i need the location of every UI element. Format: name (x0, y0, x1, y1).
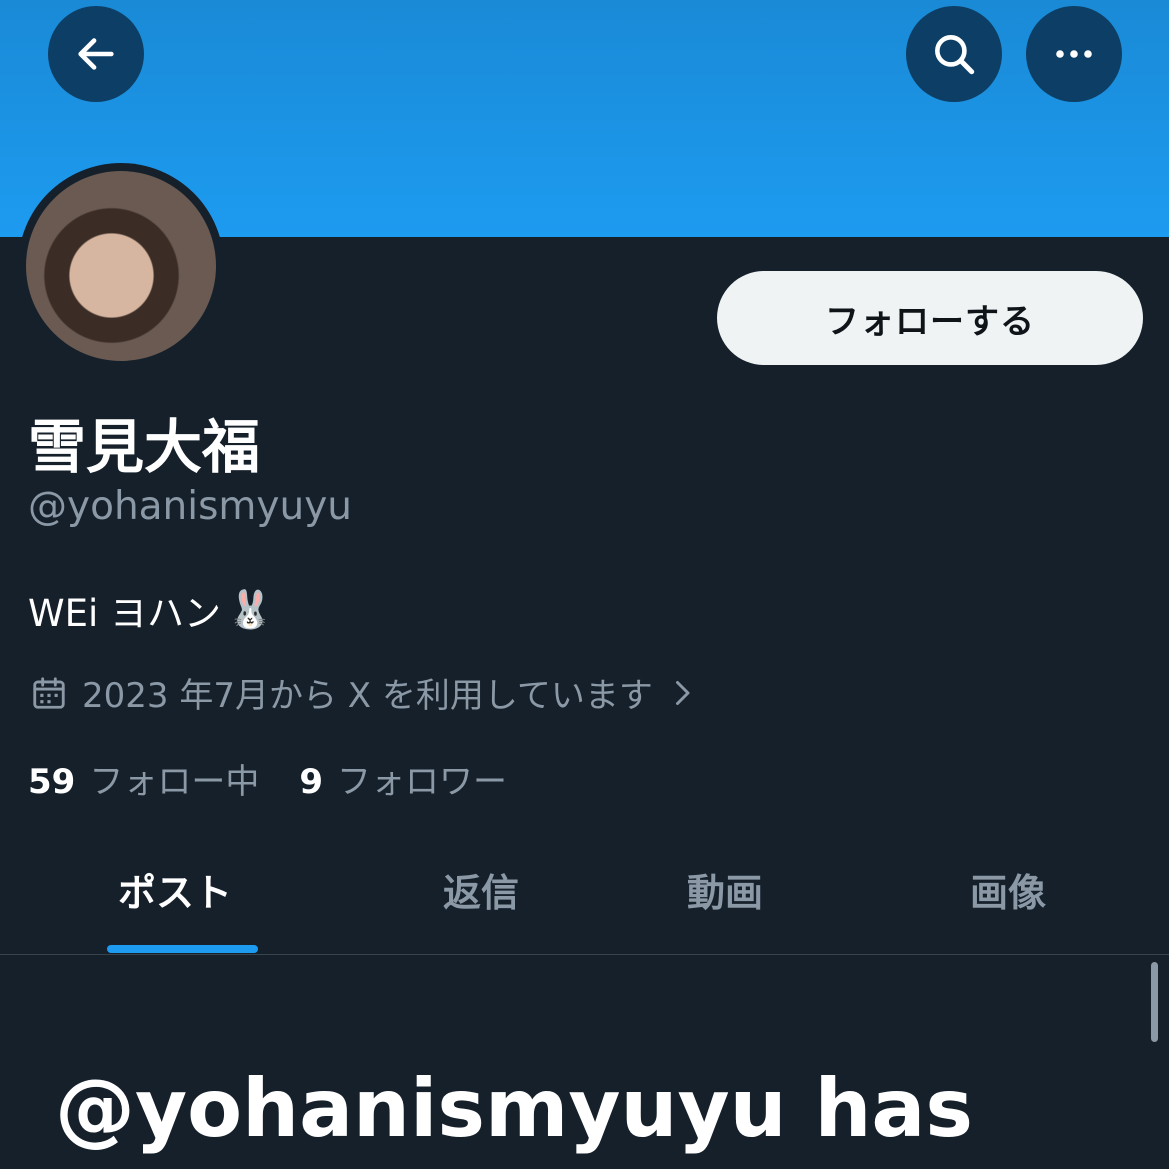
tab-posts[interactable]: ポスト (118, 862, 232, 917)
display-name: 雪見大福 (28, 413, 261, 481)
following-link[interactable]: 59 フォロー中 (28, 754, 259, 803)
account-notice-heading: @yohanismyuyu has (55, 1062, 974, 1155)
search-button[interactable] (906, 6, 1002, 102)
chevron-right-icon (675, 680, 690, 705)
profile-avatar[interactable] (18, 163, 224, 369)
follow-stats: 59 フォロー中 9 フォロワー (28, 754, 507, 803)
arrow-left-icon (78, 38, 114, 70)
search-icon (935, 35, 975, 75)
followers-link[interactable]: 9 フォロワー (299, 754, 507, 803)
more-horizontal-icon (1056, 50, 1092, 58)
back-button[interactable] (48, 6, 144, 102)
joined-date[interactable]: 2023 年7月から X を利用しています (30, 668, 697, 717)
following-label: フォロー中 (89, 762, 260, 802)
calendar-icon (33, 676, 65, 709)
profile-bio: WEi ヨハン 🐰 (28, 583, 273, 637)
tab-videos[interactable]: 動画 (687, 862, 763, 917)
followers-count: 9 (299, 762, 323, 802)
following-count: 59 (28, 762, 76, 802)
scrollbar[interactable] (1151, 962, 1158, 1042)
tab-images[interactable]: 画像 (970, 862, 1046, 917)
active-tab-indicator (107, 945, 258, 953)
follow-button[interactable]: フォローする (717, 271, 1143, 365)
bio-text: WEi ヨハン (28, 592, 222, 635)
joined-text: 2023 年7月から X を利用しています (82, 676, 653, 716)
avatar-image (26, 171, 216, 361)
rabbit-emoji: 🐰 (227, 588, 274, 631)
user-handle: @yohanismyuyu (28, 484, 353, 529)
followers-label: フォロワー (337, 762, 507, 802)
tabs-divider (0, 954, 1169, 955)
more-options-button[interactable] (1026, 6, 1122, 102)
tab-replies[interactable]: 返信 (443, 862, 519, 917)
